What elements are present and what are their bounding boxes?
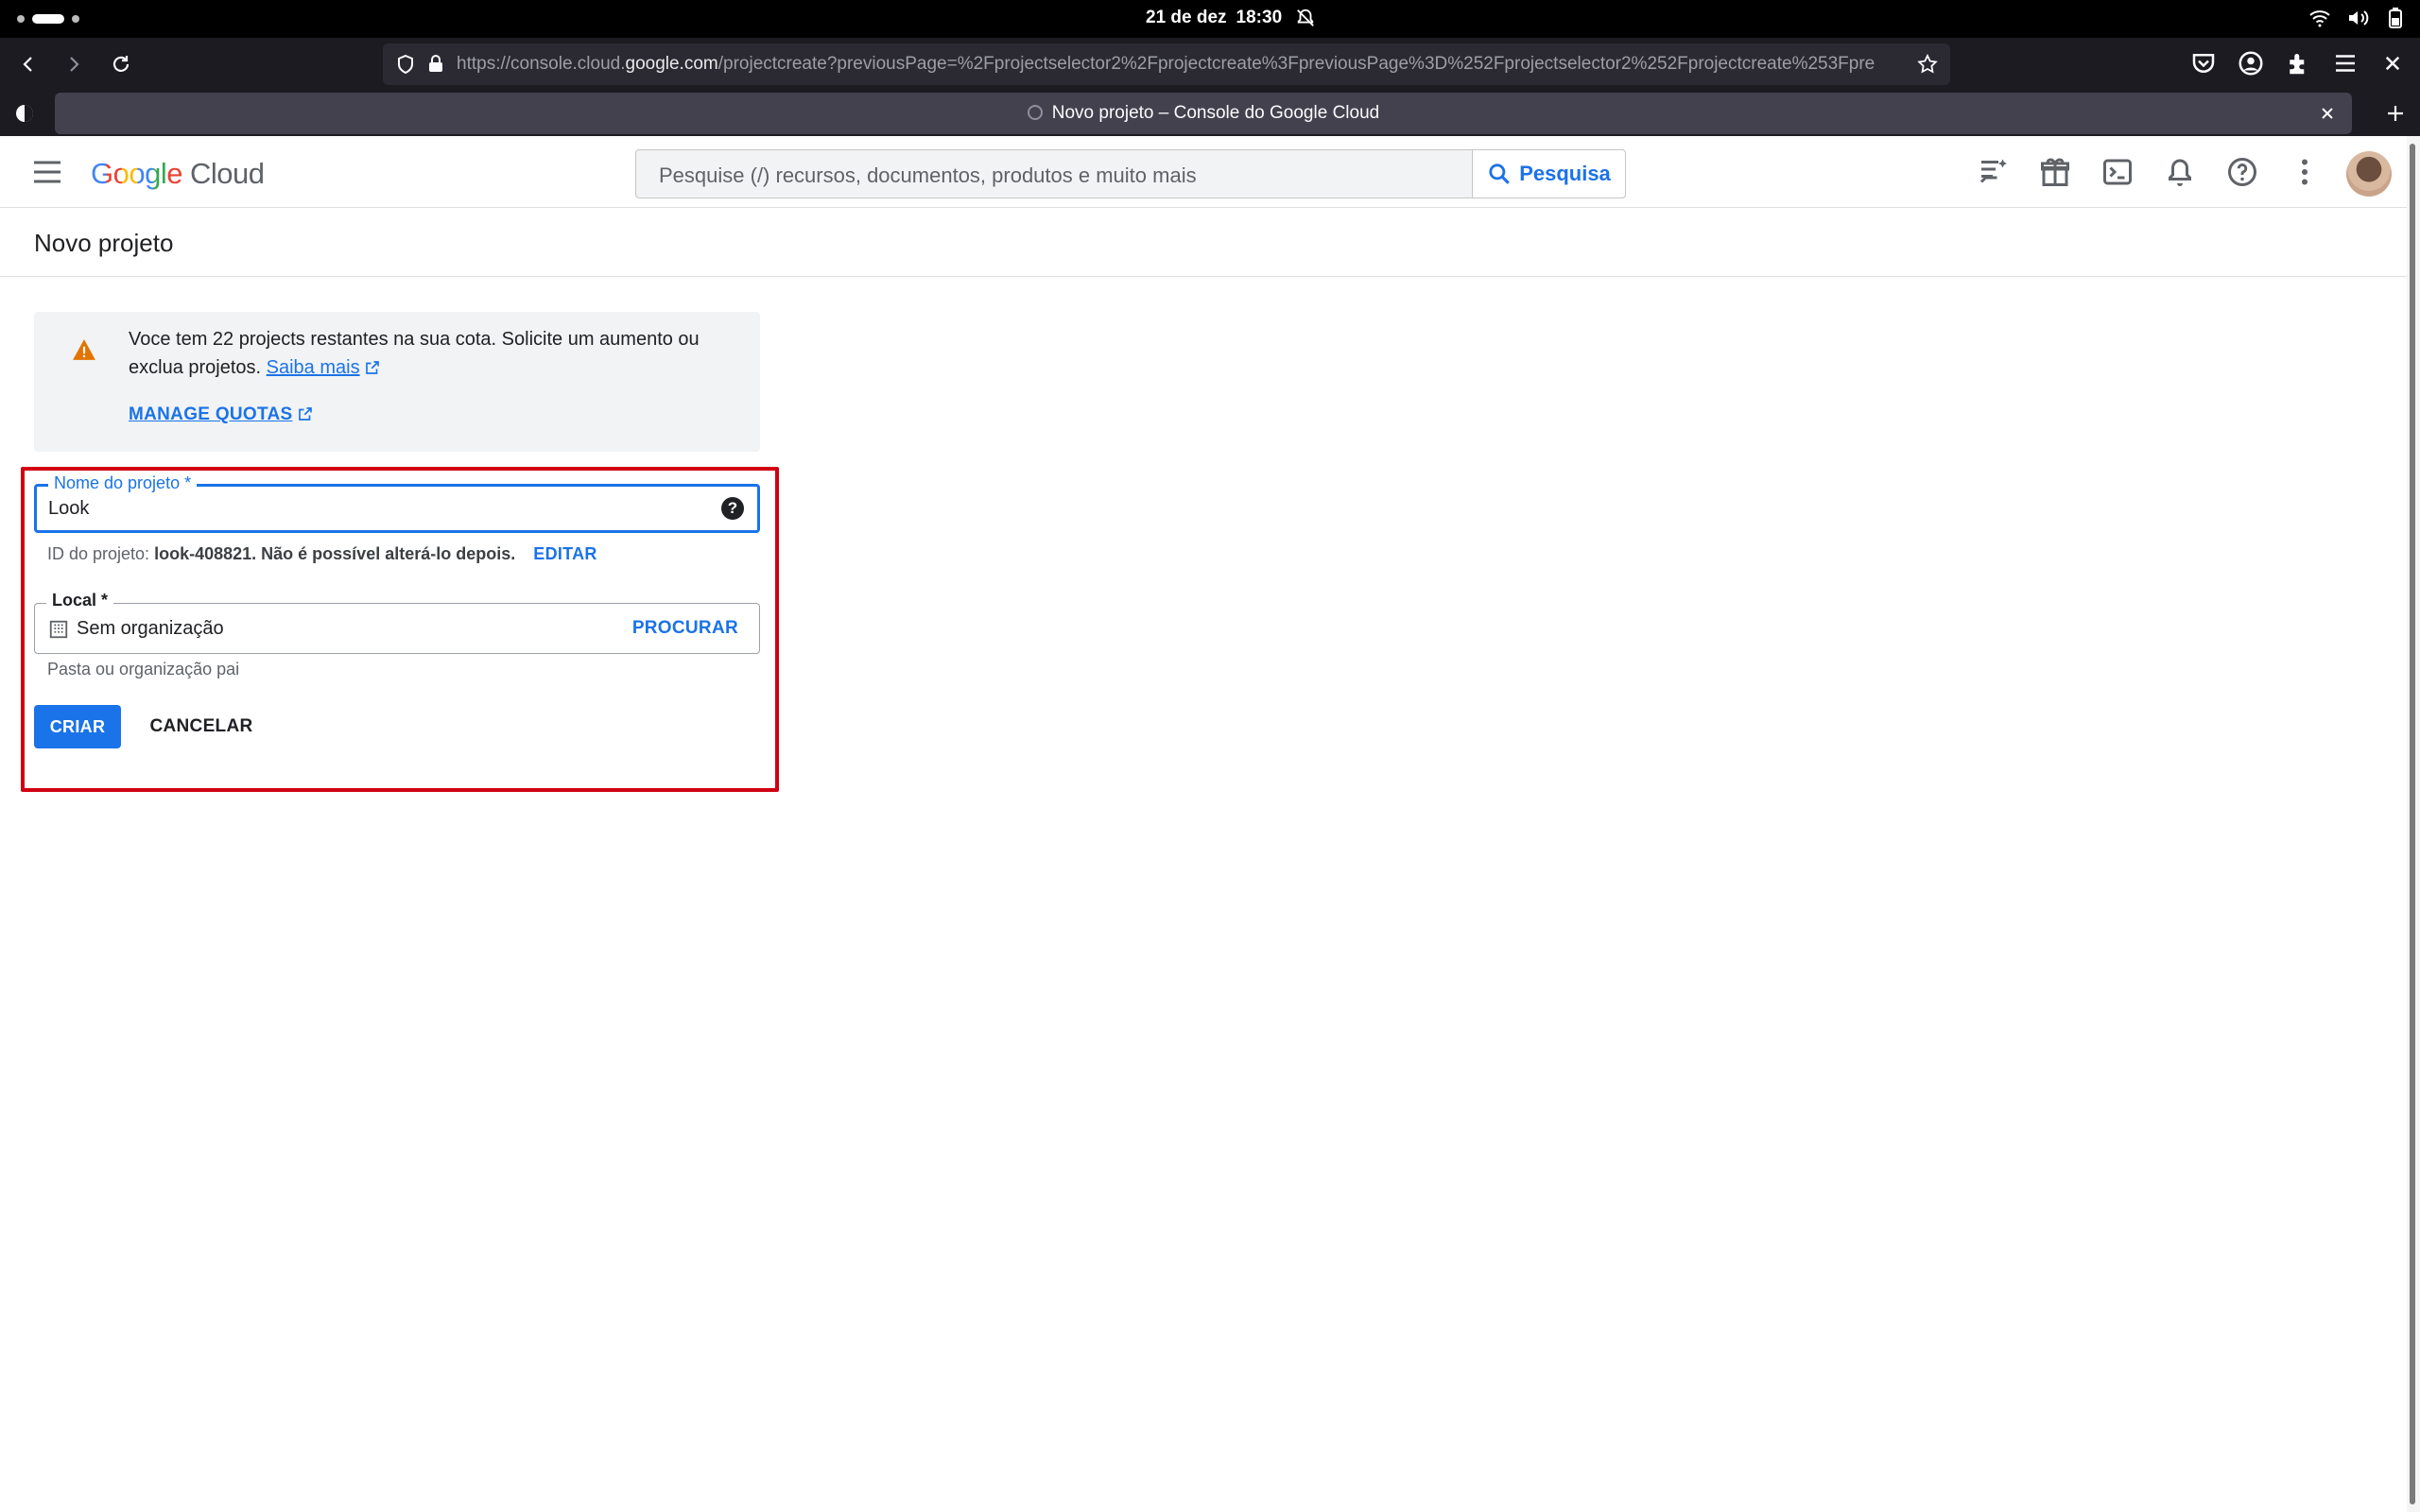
url-text[interactable]: https://console.cloud.google.com/project… <box>457 54 1903 75</box>
reload-button[interactable] <box>106 49 136 79</box>
location-label: Local * <box>46 591 114 610</box>
search-button[interactable]: Pesquisa <box>1472 150 1625 198</box>
quota-notice: Voce tem 22 projects restantes na sua co… <box>34 312 760 452</box>
system-clock[interactable]: 21 de dez 18:30 <box>1146 8 1291 28</box>
more-vert-icon[interactable] <box>2288 155 2322 189</box>
external-link-icon <box>365 361 379 374</box>
tracking-shield-icon[interactable] <box>394 53 417 76</box>
external-link-icon <box>298 407 312 421</box>
location-field[interactable]: Local * Sem organização PROCURAR <box>34 591 760 654</box>
pocket-icon[interactable] <box>2189 49 2218 77</box>
gemini-chat-icon[interactable] <box>1976 155 2010 189</box>
scrollbar-thumb[interactable] <box>2410 144 2415 1504</box>
logo-cloud: Cloud <box>189 157 265 190</box>
system-tray[interactable] <box>2308 7 2407 29</box>
url-path: /projectcreate?previousPage=%2Fprojectse… <box>717 54 1876 74</box>
manage-quotas-link[interactable]: MANAGE QUOTAS <box>129 404 314 425</box>
account-icon[interactable] <box>2237 49 2265 77</box>
wifi-icon <box>2309 10 2330 27</box>
location-value: Sem organização <box>77 618 224 639</box>
help-icon[interactable] <box>2225 155 2259 189</box>
tab-title: Novo projeto – Console do Google Cloud <box>1051 103 1380 123</box>
building-icon <box>49 620 68 639</box>
search-input[interactable]: Pesquise (/) recursos, documentos, produ… <box>635 149 1626 198</box>
quota-message-text: Voce tem 22 projects restantes na sua co… <box>129 329 700 378</box>
url-domain: google.com <box>625 54 718 74</box>
browser-right-tools <box>2189 49 2407 77</box>
volume-icon <box>2349 10 2369 26</box>
cloud-shell-icon[interactable] <box>2100 155 2135 189</box>
firefox-view-icon[interactable] <box>13 102 36 125</box>
tab-active[interactable]: Novo projeto – Console do Google Cloud <box>55 93 2352 134</box>
warning-icon <box>73 339 95 360</box>
project-name-label: Nome do projeto * <box>48 473 198 493</box>
extensions-icon[interactable] <box>2284 49 2312 77</box>
system-date: 21 de dez <box>1146 8 1227 27</box>
title-divider <box>0 276 2407 277</box>
browser-toolbar: https://console.cloud.google.com/project… <box>0 38 2420 91</box>
workspace-indicator[interactable] <box>17 14 79 24</box>
help-circle-icon[interactable]: ? <box>721 497 744 520</box>
avatar[interactable] <box>2346 151 2392 197</box>
notifications-muted-icon <box>1297 9 1314 26</box>
location-hint: Pasta ou organização pai <box>47 660 240 679</box>
address-bar[interactable]: https://console.cloud.google.com/project… <box>383 43 1950 85</box>
bookmark-star-icon[interactable] <box>1916 53 1939 76</box>
edit-project-id-button[interactable]: EDITAR <box>533 544 596 563</box>
learn-more-link[interactable]: Saiba mais <box>267 357 360 378</box>
system-top-bar: 21 de dez 18:30 <box>0 0 2420 38</box>
learn-more-label: Saiba mais <box>266 357 360 378</box>
search-icon <box>1489 163 1511 184</box>
back-button[interactable] <box>13 49 43 79</box>
tab-strip: Novo projeto – Console do Google Cloud <box>0 91 2420 136</box>
google-cloud-logo[interactable]: Google Cloud <box>91 157 265 191</box>
project-id-value: look-408821. <box>154 544 257 563</box>
create-button[interactable]: CRIAR <box>34 705 121 748</box>
project-id-suffix: Não é possível alterá-lo depois. <box>261 544 516 563</box>
search-button-label: Pesquisa <box>1519 162 1611 185</box>
close-tab-icon[interactable] <box>2318 104 2337 123</box>
project-name-value[interactable]: Look <box>48 498 89 520</box>
logo-google: Google <box>91 157 182 190</box>
reload-icon <box>112 56 130 72</box>
system-time: 18:30 <box>1236 8 1283 27</box>
cloud-console-header: Google Cloud Pesquise (/) recursos, docum… <box>0 136 2407 208</box>
page-scrollbar[interactable] <box>2407 136 2420 1512</box>
cancel-button[interactable]: CANCELAR <box>142 705 261 748</box>
arrow-right-icon <box>70 57 79 72</box>
arrow-left-icon <box>23 57 32 72</box>
forward-button[interactable] <box>59 49 89 79</box>
menu-icon[interactable] <box>2331 49 2360 77</box>
header-actions <box>1976 155 2322 189</box>
project-id-info: ID do projeto: look-408821. Não é possív… <box>47 544 597 564</box>
close-window-icon[interactable] <box>2378 49 2407 77</box>
tab-favicon-icon <box>1027 105 1043 120</box>
hamburger-menu-icon[interactable] <box>32 159 62 185</box>
notifications-bell-icon[interactable] <box>2163 155 2197 189</box>
gift-icon[interactable] <box>2038 155 2072 189</box>
lock-icon[interactable] <box>424 53 447 76</box>
project-name-field[interactable]: Nome do projeto * Look ? <box>34 473 760 533</box>
battery-icon <box>2389 8 2402 28</box>
search-placeholder: Pesquise (/) recursos, documentos, produ… <box>659 163 1197 187</box>
quota-message: Voce tem 22 projects restantes na sua co… <box>129 325 743 382</box>
manage-quotas-label: MANAGE QUOTAS <box>129 404 293 424</box>
page-title: Novo projeto <box>34 229 174 257</box>
new-tab-icon[interactable] <box>2384 102 2407 125</box>
url-prefix: https://console.cloud. <box>457 54 626 74</box>
project-id-prefix: ID do projeto: <box>47 544 150 563</box>
browse-location-button[interactable]: PROCURAR <box>632 618 738 639</box>
